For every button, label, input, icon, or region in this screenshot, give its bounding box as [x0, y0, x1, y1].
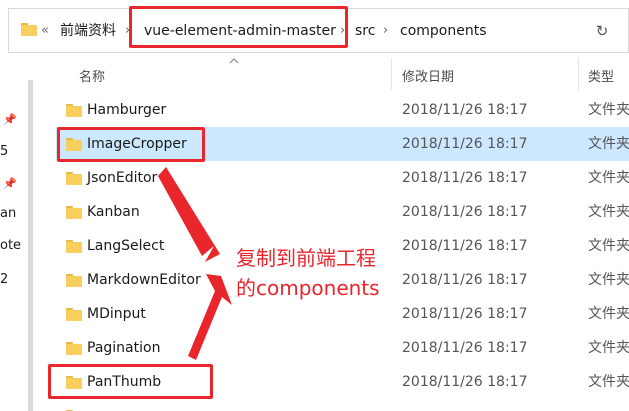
annotation-arrows — [158, 167, 232, 360]
annotation-line-1: 复制到前端工程 — [236, 246, 376, 270]
annotation-line-2: 的components — [236, 276, 380, 300]
annotation-text: 复制到前端工程 的components — [236, 243, 380, 303]
arrow-down-to-panthumb — [188, 274, 232, 360]
